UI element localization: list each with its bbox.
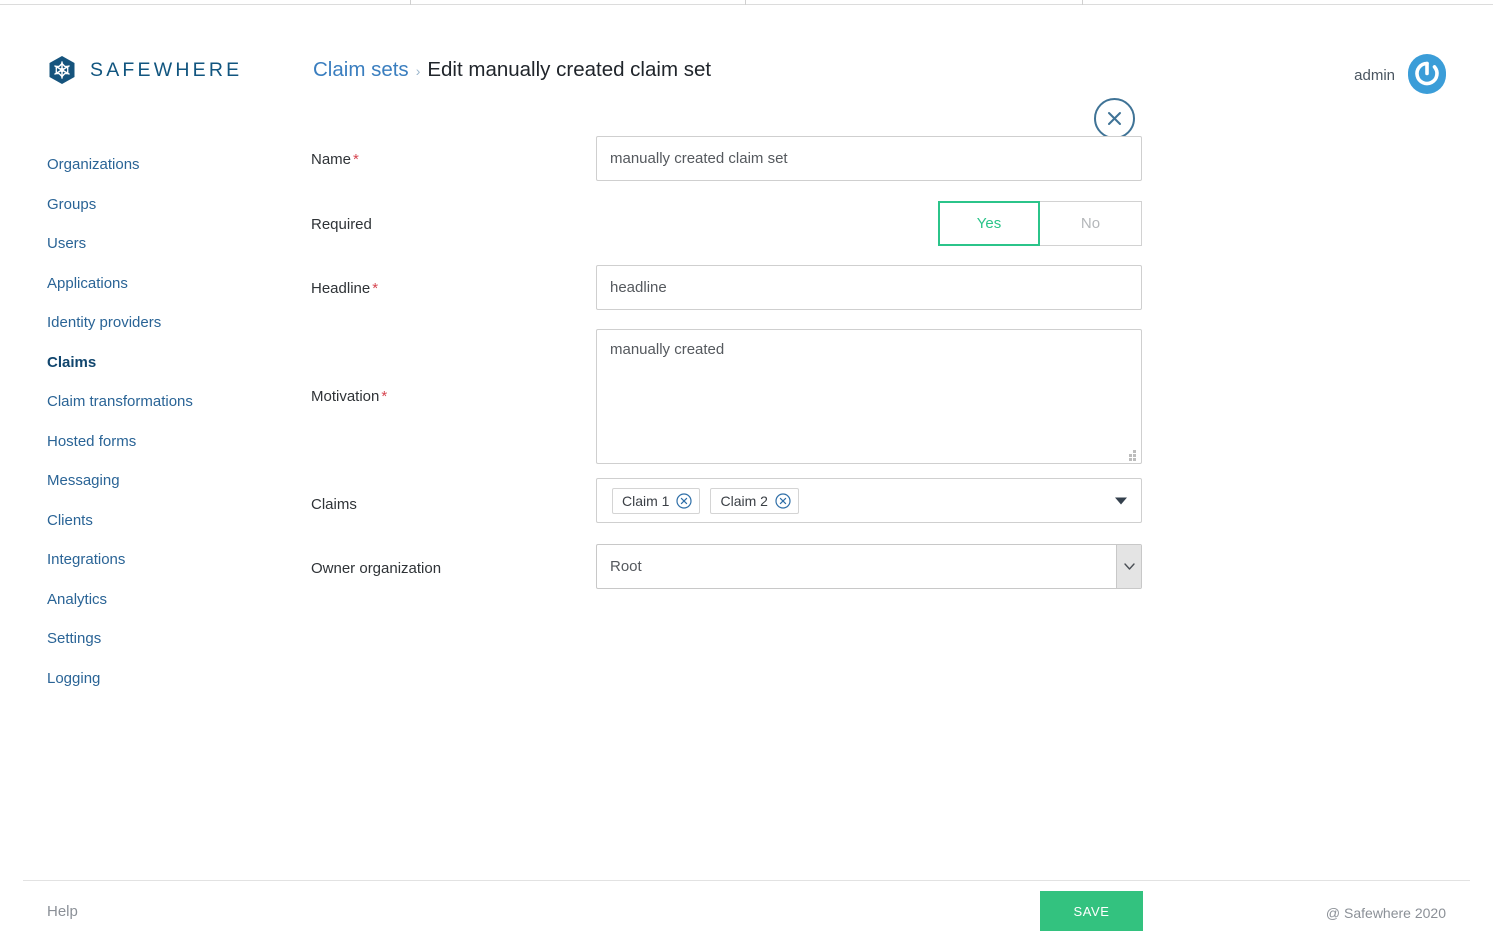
required-toggle: Yes No	[938, 201, 1142, 246]
breadcrumb: Claim sets › Edit manually created claim…	[313, 58, 711, 82]
name-input[interactable]	[596, 136, 1142, 181]
sidebar-item-claim-transformations[interactable]: Claim transformations	[47, 382, 277, 422]
app-page: SAFEWHERE Claim sets › Edit manually cre…	[0, 0, 1493, 938]
sidebar-item-hosted-forms[interactable]: Hosted forms	[47, 422, 277, 462]
copyright-text: @ Safewhere 2020	[1325, 905, 1446, 921]
owner-organization-label: Owner organization	[311, 560, 442, 577]
sidebar-item-organizations[interactable]: Organizations	[47, 145, 277, 185]
snowflake-hexagon-icon	[47, 55, 77, 85]
claim-chip: Claim 1	[612, 487, 701, 514]
claims-label: Claims	[311, 496, 357, 513]
sidebar-item-groups[interactable]: Groups	[47, 185, 277, 225]
motivation-label-text: Motivation	[311, 388, 380, 405]
headline-input[interactable]	[596, 265, 1142, 310]
user-menu[interactable]: admin	[1354, 53, 1446, 97]
required-label: Required	[311, 216, 372, 233]
headline-label-text: Headline	[311, 280, 371, 297]
avatar[interactable]	[1408, 53, 1446, 97]
required-toggle-no[interactable]: No	[1040, 201, 1142, 246]
remove-circle-icon[interactable]	[775, 492, 791, 509]
brand-logo[interactable]: SAFEWHERE	[47, 55, 242, 85]
browser-chrome-strip	[0, 0, 1493, 5]
sidebar-item-logging[interactable]: Logging	[47, 659, 277, 699]
claim-chip: Claim 2	[710, 487, 799, 514]
close-button[interactable]	[1094, 98, 1135, 139]
power-avatar-icon	[1408, 53, 1446, 97]
headline-required-marker: *	[372, 280, 379, 297]
app-header: SAFEWHERE Claim sets › Edit manually cre…	[0, 42, 1493, 139]
motivation-required-marker: *	[381, 388, 388, 405]
name-required-marker: *	[353, 151, 359, 168]
motivation-label: Motivation *	[311, 388, 387, 405]
claim-chip-label: Claim 2	[720, 492, 768, 509]
remove-circle-icon[interactable]	[676, 492, 693, 509]
owner-organization-value: Root	[610, 558, 642, 575]
sidebar-item-users[interactable]: Users	[47, 224, 277, 264]
sidebar-item-identity-providers[interactable]: Identity providers	[47, 303, 277, 343]
sidebar-item-applications[interactable]: Applications	[47, 264, 277, 304]
caret-down-icon[interactable]	[1115, 497, 1127, 504]
owner-organization-select[interactable]: Root	[596, 544, 1142, 589]
sidebar-item-integrations[interactable]: Integrations	[47, 540, 277, 580]
claims-multiselect[interactable]: Claim 1 Claim 2	[596, 478, 1142, 523]
breadcrumb-separator-icon: ›	[415, 63, 421, 79]
sidebar-item-clients[interactable]: Clients	[47, 501, 277, 541]
help-link[interactable]: Help	[47, 903, 78, 920]
save-button[interactable]: SAVE	[1040, 891, 1143, 931]
headline-label: Headline *	[311, 280, 378, 297]
claims-chip-list: Claim 1 Claim 2	[612, 487, 799, 514]
motivation-textarea[interactable]: manually created	[596, 329, 1142, 464]
breadcrumb-link-claim-sets[interactable]: Claim sets	[313, 58, 409, 82]
sidebar-item-analytics[interactable]: Analytics	[47, 580, 277, 620]
sidebar-item-settings[interactable]: Settings	[47, 619, 277, 659]
chevron-down-icon[interactable]	[1116, 545, 1141, 588]
sidebar-item-claims[interactable]: Claims	[47, 343, 277, 383]
sidebar-item-messaging[interactable]: Messaging	[47, 461, 277, 501]
brand-name: SAFEWHERE	[90, 58, 243, 81]
close-icon	[1096, 100, 1133, 137]
name-label-text: Name	[311, 151, 352, 168]
page-title: Edit manually created claim set	[427, 58, 712, 81]
user-name: admin	[1354, 66, 1395, 84]
footer-divider	[23, 880, 1470, 881]
sidebar-nav: Organizations Groups Users Applications Iden…	[47, 145, 277, 698]
claim-chip-label: Claim 1	[622, 492, 670, 509]
name-label: Name *	[311, 151, 359, 168]
required-toggle-yes[interactable]: Yes	[938, 201, 1040, 246]
